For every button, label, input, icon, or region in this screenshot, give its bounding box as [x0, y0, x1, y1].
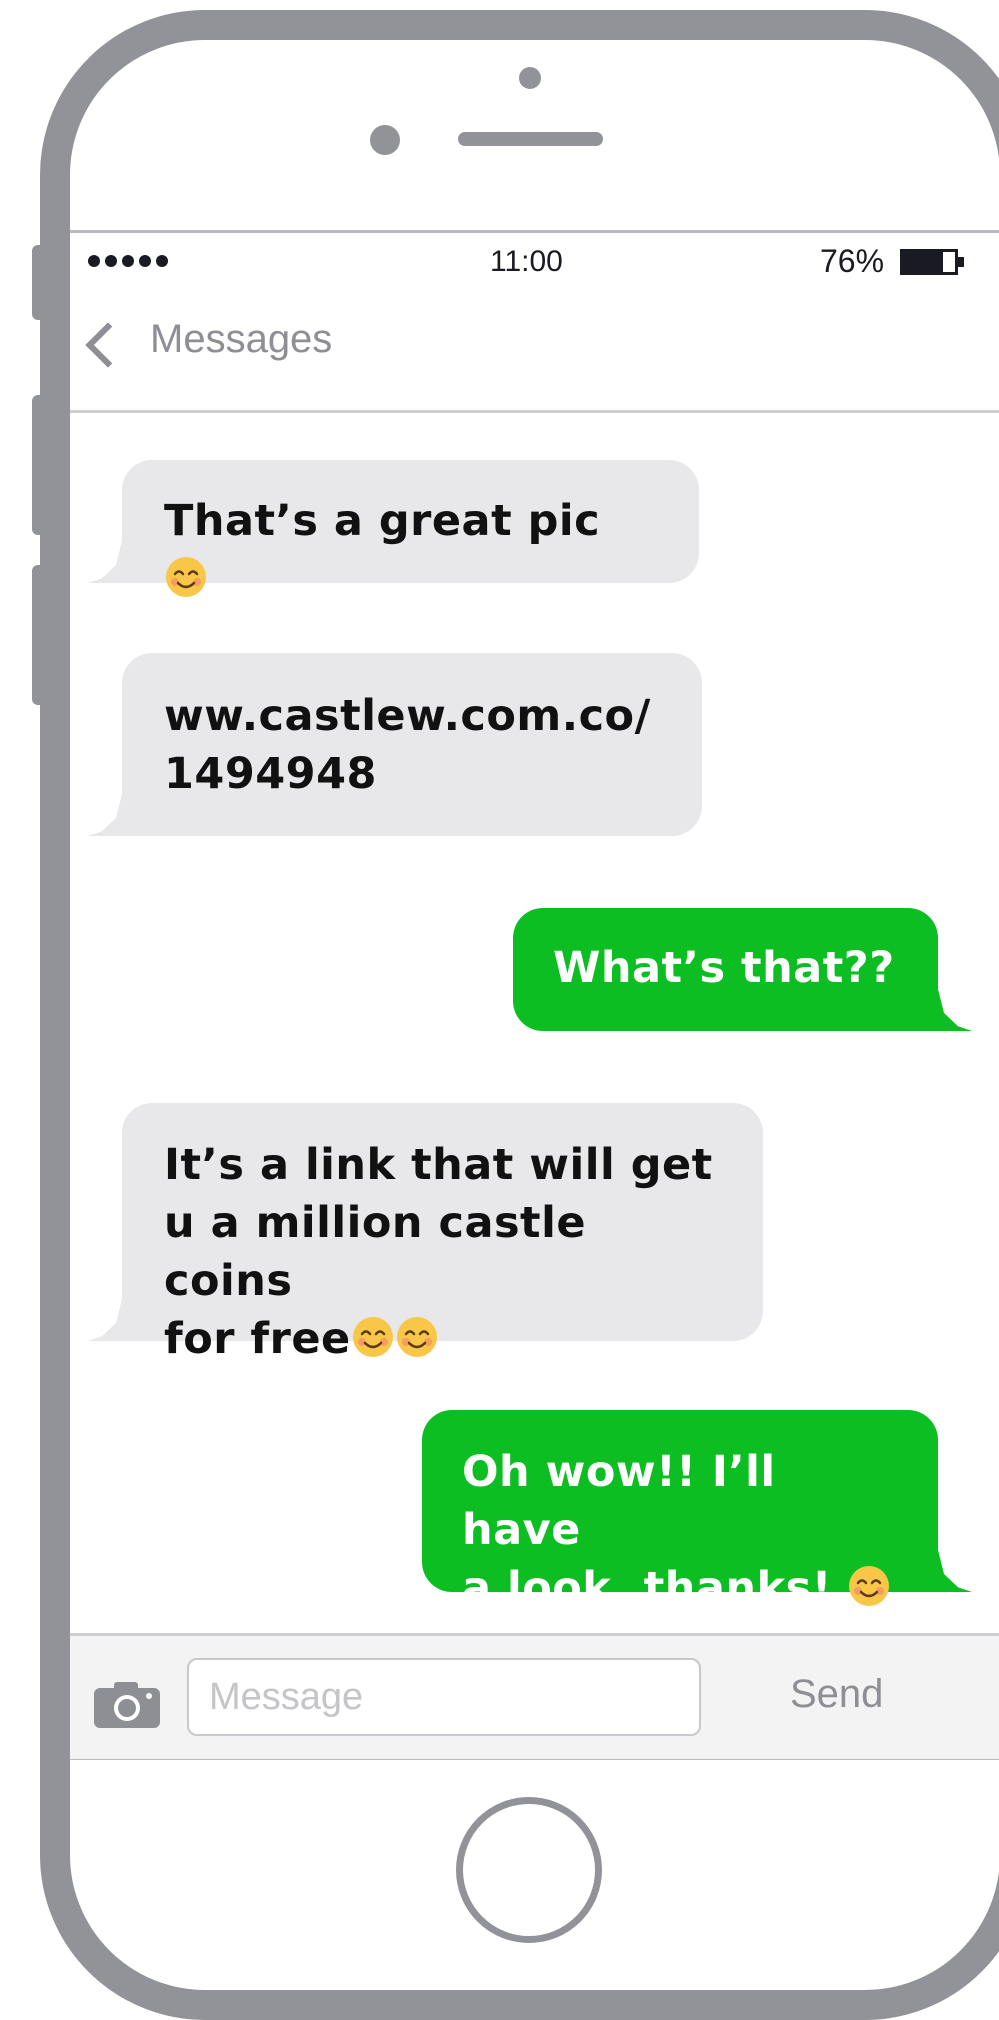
status-time: 11:00 — [490, 245, 563, 278]
send-button[interactable]: Send — [790, 1672, 883, 1717]
message-text: What’s that?? — [553, 943, 895, 993]
camera-icon[interactable] — [92, 1680, 162, 1730]
home-button[interactable] — [456, 1797, 602, 1943]
message-text: Oh wow!! I’ll have a look, thanks! — [462, 1447, 891, 1613]
battery-tip — [958, 257, 964, 267]
message-text: That’s a great pic — [164, 496, 600, 604]
phone-screen: 11:00 76% Messages That’s a great pic ww… — [70, 230, 999, 1760]
smiling-face-emoji-icon — [352, 1317, 393, 1357]
message-bubble-outgoing: What’s that?? — [513, 908, 972, 1031]
status-bar: 11:00 76% — [70, 233, 999, 293]
smiling-face-emoji-icon — [396, 1317, 437, 1357]
smiling-face-emoji-icon — [166, 557, 206, 597]
navigation-bar: Messages — [70, 293, 999, 413]
compose-bar: Send — [70, 1633, 999, 1759]
message-bubble-outgoing: Oh wow!! I’ll have a look, thanks! — [422, 1410, 972, 1613]
message-text: It’s a link that will get u a million ca… — [164, 1140, 713, 1364]
battery-icon — [900, 249, 958, 275]
message-bubble-incoming: It’s a link that will get u a million ca… — [88, 1103, 763, 1364]
message-input[interactable] — [187, 1658, 701, 1736]
signal-strength-icon — [88, 255, 168, 267]
chevron-left-icon[interactable] — [85, 322, 131, 368]
smiling-face-emoji-icon — [849, 1566, 890, 1606]
message-bubble-incoming: That’s a great pic — [88, 460, 699, 597]
earpiece-speaker — [458, 132, 603, 146]
front-sensor — [519, 67, 541, 89]
battery-percent: 76% — [820, 243, 885, 279]
back-to-messages-link[interactable]: Messages — [150, 317, 332, 362]
front-camera — [370, 125, 400, 155]
message-text: ww.castlew.com.co/ 1494948 — [164, 691, 651, 799]
message-bubble-incoming: ww.castlew.com.co/ 1494948 — [88, 653, 702, 836]
